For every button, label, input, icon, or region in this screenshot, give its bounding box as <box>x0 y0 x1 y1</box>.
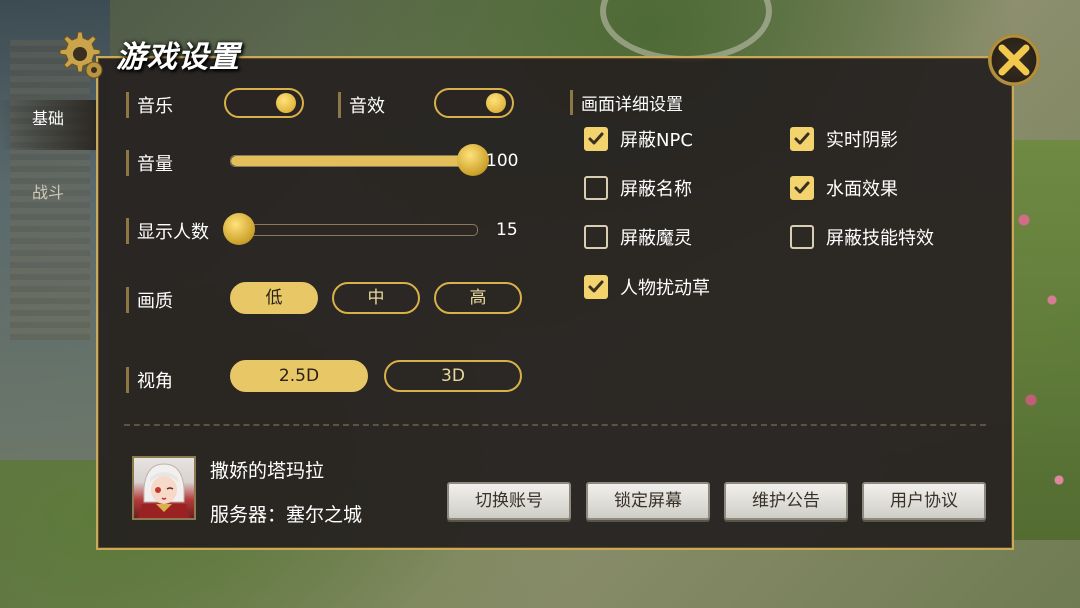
checkbox-label: 屏蔽技能特效 <box>826 228 934 249</box>
quality-high-button[interactable]: 高 <box>434 282 522 314</box>
checkbox-box[interactable] <box>584 176 608 200</box>
checkbox-label: 水面效果 <box>826 179 898 200</box>
checkbox-realtime-shadow[interactable]: 实时阴影 <box>790 124 898 154</box>
switch-account-button[interactable]: 切换账号 <box>447 482 571 520</box>
checkbox-label: 屏蔽魔灵 <box>620 228 692 249</box>
toggle-knob <box>486 93 506 113</box>
music-label: 音乐 <box>126 92 173 118</box>
lock-screen-button[interactable]: 锁定屏幕 <box>586 482 710 520</box>
player-name: 撒娇的塔玛拉 <box>210 460 325 482</box>
checkbox-label: 实时阴影 <box>826 130 898 151</box>
user-agreement-button[interactable]: 用户协议 <box>862 482 986 520</box>
checkbox-box[interactable] <box>790 127 814 151</box>
checkbox-hide-skill-effects[interactable]: 屏蔽技能特效 <box>790 222 934 252</box>
checkbox-box[interactable] <box>790 176 814 200</box>
checkbox-label: 屏蔽名称 <box>620 179 692 200</box>
checkbox-box[interactable] <box>584 127 608 151</box>
slider-handle[interactable] <box>223 213 255 245</box>
player-count-slider[interactable] <box>223 213 478 245</box>
avatar <box>132 456 196 520</box>
checkbox-box[interactable] <box>584 275 608 299</box>
toggle-knob <box>276 93 296 113</box>
volume-label: 音量 <box>126 150 173 176</box>
checkbox-label: 人物扰动草 <box>620 278 710 299</box>
server-name: 服务器：塞尔之城 <box>210 504 363 526</box>
checkbox-character-grass[interactable]: 人物扰动草 <box>584 272 710 302</box>
checkbox-box[interactable] <box>584 225 608 249</box>
view-3d-button[interactable]: 3D <box>384 360 522 392</box>
background-flowers <box>1010 140 1080 540</box>
player-count-label: 显示人数 <box>126 218 209 244</box>
close-icon <box>998 44 1030 76</box>
view-angle-label: 视角 <box>126 367 173 393</box>
checkbox-water-effect[interactable]: 水面效果 <box>790 173 898 203</box>
check-icon <box>794 181 810 194</box>
music-toggle[interactable] <box>224 88 304 118</box>
title-bar: 游戏设置 <box>48 28 240 80</box>
tab-basic[interactable]: 基础 <box>0 100 96 150</box>
check-icon <box>588 132 604 145</box>
view-2-5d-button[interactable]: 2.5D <box>230 360 368 392</box>
player-count-value: 15 <box>496 220 518 240</box>
check-icon <box>794 132 810 145</box>
maintenance-notice-button[interactable]: 维护公告 <box>724 482 848 520</box>
gear-icon <box>48 24 108 84</box>
slider-handle[interactable] <box>457 144 489 176</box>
checkbox-hide-spirits[interactable]: 屏蔽魔灵 <box>584 222 692 252</box>
volume-value: 100 <box>486 151 519 171</box>
check-icon <box>588 280 604 293</box>
checkbox-hide-names[interactable]: 屏蔽名称 <box>584 173 692 203</box>
sound-effect-label: 音效 <box>338 92 385 118</box>
close-button[interactable] <box>988 34 1040 86</box>
checkbox-label: 屏蔽NPC <box>620 130 693 151</box>
sound-effect-toggle[interactable] <box>434 88 514 118</box>
quality-label: 画质 <box>126 287 173 313</box>
checkbox-box[interactable] <box>790 225 814 249</box>
quality-medium-button[interactable]: 中 <box>332 282 420 314</box>
quality-low-button[interactable]: 低 <box>230 282 318 314</box>
checkbox-hide-npc[interactable]: 屏蔽NPC <box>584 124 693 154</box>
divider <box>124 424 986 426</box>
page-title: 游戏设置 <box>116 40 240 75</box>
tab-battle[interactable]: 战斗 <box>0 178 96 208</box>
slider-fill <box>231 156 473 166</box>
detail-settings-header: 画面详细设置 <box>570 90 683 115</box>
background-magic-circle <box>600 0 772 62</box>
volume-slider[interactable] <box>230 144 489 176</box>
